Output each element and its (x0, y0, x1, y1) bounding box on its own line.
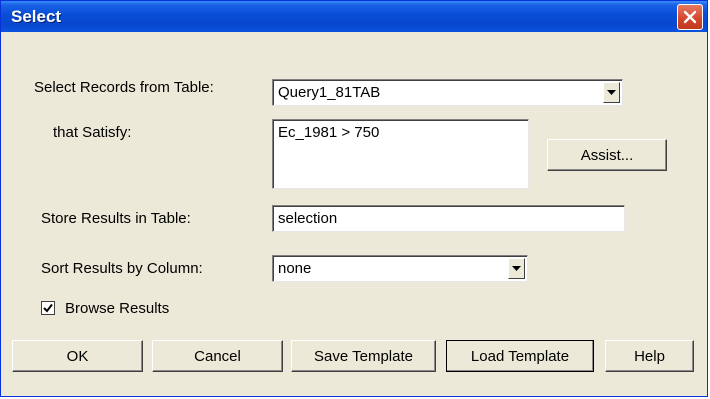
table-dropdown[interactable]: Query1_81TAB (272, 79, 623, 106)
ok-button[interactable]: OK (12, 340, 143, 372)
load-template-button[interactable]: Load Template (446, 340, 594, 372)
close-button[interactable] (677, 4, 703, 30)
title-bar[interactable]: Select (1, 1, 707, 32)
sort-dropdown-arrow[interactable] (508, 258, 525, 279)
browse-results-label[interactable]: Browse Results (65, 300, 169, 317)
sort-column-dropdown[interactable]: none (272, 255, 528, 282)
sort-label: Sort Results by Column: (41, 260, 203, 277)
table-dropdown-value: Query1_81TAB (278, 84, 381, 101)
checkmark-icon (43, 303, 53, 313)
sort-column-value: none (278, 260, 312, 277)
cancel-button[interactable]: Cancel (152, 340, 283, 372)
store-table-input[interactable]: selection (272, 205, 625, 232)
condition-textarea[interactable]: Ec_1981 > 750 (272, 119, 529, 189)
save-template-button[interactable]: Save Template (291, 340, 436, 372)
condition-value: Ec_1981 > 750 (278, 124, 380, 141)
select-dialog: Select Select Records from Table: Query1… (0, 0, 708, 397)
table-label: Select Records from Table: (34, 79, 214, 96)
store-table-value: selection (278, 210, 338, 227)
table-dropdown-arrow[interactable] (603, 82, 620, 103)
help-button[interactable]: Help (605, 340, 694, 372)
store-label: Store Results in Table: (41, 210, 191, 227)
assist-button[interactable]: Assist... (547, 139, 667, 171)
chevron-down-icon (512, 266, 521, 271)
dialog-title: Select (11, 7, 62, 26)
browse-results-checkbox[interactable] (41, 301, 55, 315)
satisfy-label: that Satisfy: (53, 124, 132, 141)
close-icon (683, 10, 697, 24)
chevron-down-icon (607, 90, 616, 95)
